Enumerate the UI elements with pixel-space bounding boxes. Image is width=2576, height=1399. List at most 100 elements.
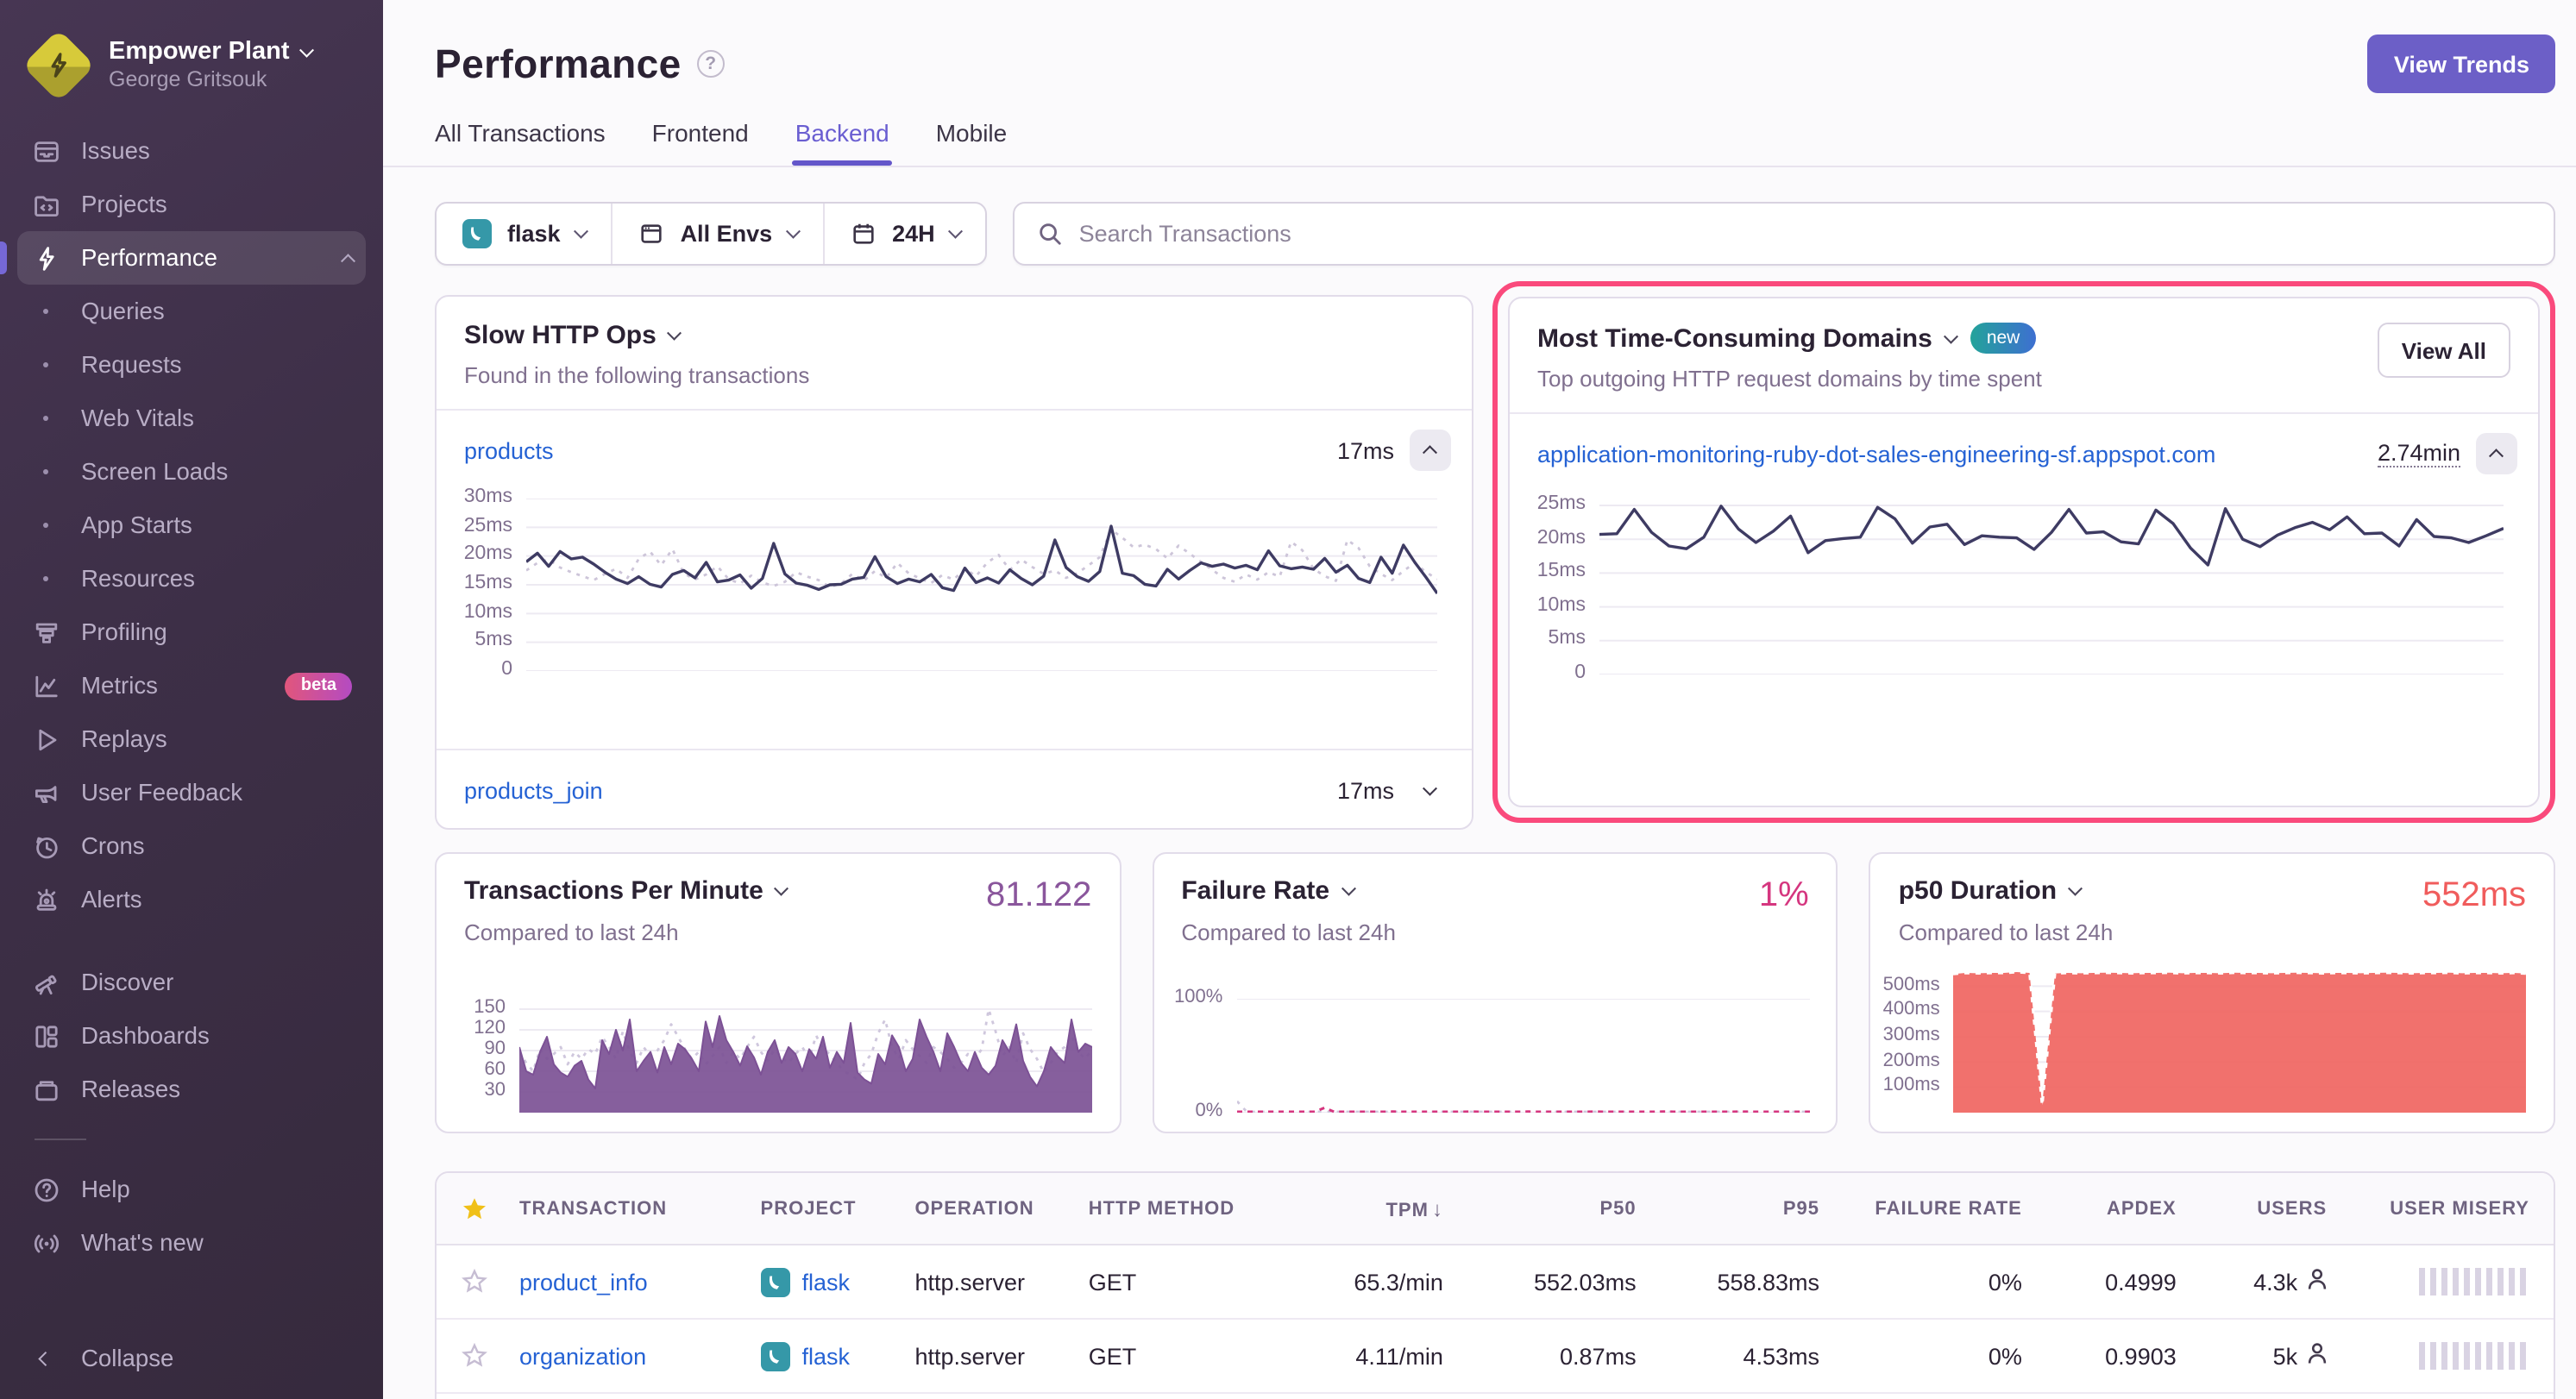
sidebar-nav: IssuesProjectsPerformanceQueriesRequests…: [0, 124, 383, 1270]
column-header-failure-rate[interactable]: FAILURE RATE: [1844, 1198, 2046, 1219]
star-column-header[interactable]: [437, 1195, 512, 1222]
sidebar-item-label: Resources: [81, 566, 195, 592]
column-header-p50[interactable]: P50: [1467, 1198, 1661, 1219]
app-root: Empower Plant George Gritsouk IssuesProj…: [0, 0, 2576, 1399]
y-axis-tick: 0: [501, 659, 512, 680]
sidebar-item-discover[interactable]: Discover: [17, 956, 366, 1009]
column-header-tpm[interactable]: TPM↓: [1285, 1196, 1467, 1220]
tpm-cell: 65.3/min: [1285, 1269, 1467, 1295]
expand-chart-button[interactable]: [1410, 769, 1451, 811]
column-header-p95[interactable]: P95: [1661, 1198, 1844, 1219]
sidebar-item-metrics[interactable]: Metricsbeta: [17, 659, 366, 712]
environment-filter-value: All Envs: [681, 221, 773, 247]
sidebar-item-label: Discover: [81, 969, 173, 995]
bullet-icon: [31, 404, 60, 433]
column-header-user-misery[interactable]: USER MISERY: [2351, 1198, 2554, 1219]
sidebar-item-web-vitals[interactable]: Web Vitals: [17, 392, 366, 445]
transaction-link[interactable]: product_info: [519, 1269, 648, 1295]
date-range-filter[interactable]: 24H: [825, 204, 986, 264]
y-axis-tick: 10ms: [1537, 595, 1586, 616]
sidebar-item-dashboards[interactable]: Dashboards: [17, 1009, 366, 1063]
http-method-cell: GET: [1082, 1269, 1285, 1295]
sort-desc-icon: ↓: [1432, 1196, 1443, 1220]
sidebar-item-requests[interactable]: Requests: [17, 338, 366, 392]
sidebar-item-label: Profiling: [81, 619, 167, 645]
sidebar-item-releases[interactable]: Releases: [17, 1063, 366, 1116]
header-divider: [383, 166, 2576, 167]
domains-title-dropdown[interactable]: Most Time-Consuming Domains: [1537, 323, 1956, 353]
sidebar-item-performance[interactable]: Performance: [17, 231, 366, 285]
sidebar-item-queries[interactable]: Queries: [17, 285, 366, 338]
transaction-duration: 17ms: [1337, 437, 1394, 463]
sidebar-item-user-feedback[interactable]: User Feedback: [17, 766, 366, 819]
stat-card-p50-duration: p50 Duration552msCompared to last 24h500…: [1869, 852, 2555, 1133]
transaction-link-products[interactable]: products: [464, 437, 554, 463]
column-header-http-method[interactable]: HTTP METHOD: [1082, 1198, 1285, 1219]
column-header-users[interactable]: USERS: [2201, 1198, 2351, 1219]
environment-icon: [639, 221, 665, 247]
domain-time-spent[interactable]: 2.74min: [2378, 440, 2460, 467]
table-row: organizationflaskhttp.serverGET4.11/min0…: [437, 1320, 2554, 1394]
y-axis-tick: 90: [485, 1038, 506, 1059]
column-header-label: PROJECT: [761, 1198, 857, 1219]
sidebar-item-alerts[interactable]: Alerts: [17, 873, 366, 926]
transaction-link-products-join[interactable]: products_join: [464, 777, 603, 803]
transaction-link[interactable]: organization: [519, 1343, 646, 1369]
collapse-chart-button[interactable]: [1410, 430, 1451, 471]
http-method-cell: GET: [1082, 1343, 1285, 1369]
sidebar-item-issues[interactable]: Issues: [17, 124, 366, 178]
tab-all-transactions[interactable]: All Transactions: [435, 119, 606, 166]
y-axis-tick: 150: [474, 997, 506, 1018]
tab-backend[interactable]: Backend: [795, 119, 889, 166]
environment-filter[interactable]: All Envs: [613, 204, 826, 264]
stat-title: Transactions Per Minute: [464, 876, 763, 906]
sidebar-item-help[interactable]: Help: [17, 1163, 366, 1216]
sidebar-item-label: Releases: [81, 1076, 180, 1102]
sidebar-collapse-button[interactable]: Collapse: [17, 1332, 366, 1385]
column-header-transaction[interactable]: TRANSACTION: [512, 1198, 754, 1219]
sidebar-item-resources[interactable]: Resources: [17, 552, 366, 605]
tab-mobile[interactable]: Mobile: [936, 119, 1008, 166]
domain-link[interactable]: application-monitoring-ruby-dot-sales-en…: [1537, 441, 2215, 467]
help-icon[interactable]: ?: [697, 50, 725, 78]
column-header-project[interactable]: PROJECT: [754, 1198, 908, 1219]
projects-icon: [31, 190, 60, 219]
column-header-operation[interactable]: OPERATION: [908, 1198, 1081, 1219]
star-toggle[interactable]: [437, 1342, 512, 1370]
project-link[interactable]: flask: [802, 1269, 851, 1295]
y-axis-tick: 500ms: [1883, 974, 1940, 994]
crons-icon: [31, 831, 60, 861]
tpm-cell: 4.11/min: [1285, 1343, 1467, 1369]
sidebar-item-screen-loads[interactable]: Screen Loads: [17, 445, 366, 499]
flask-project-icon: [761, 1267, 790, 1296]
collapse-chart-button[interactable]: [2476, 433, 2517, 474]
y-axis-tick: 60: [485, 1059, 506, 1080]
issues-icon: [31, 136, 60, 166]
org-switcher[interactable]: Empower Plant George Gritsouk: [0, 24, 383, 124]
star-toggle[interactable]: [437, 1268, 512, 1295]
y-axis-tick: 100ms: [1883, 1076, 1940, 1096]
column-header-apdex[interactable]: APDEX: [2046, 1198, 2201, 1219]
view-all-button[interactable]: View All: [2378, 323, 2510, 378]
slow-http-ops-title-dropdown[interactable]: Slow HTTP Ops: [464, 321, 680, 350]
sidebar-item-replays[interactable]: Replays: [17, 712, 366, 766]
stat-title-dropdown[interactable]: Failure Rate: [1181, 876, 1808, 906]
sidebar-item-label: Help: [81, 1176, 130, 1202]
column-header-label: TRANSACTION: [519, 1198, 667, 1219]
view-trends-button[interactable]: View Trends: [2368, 35, 2555, 93]
chart-plot-area: [1599, 502, 2504, 674]
y-axis-tick: 30: [485, 1080, 506, 1101]
sidebar-item-app-starts[interactable]: App Starts: [17, 499, 366, 552]
filter-segmented-control: flask All Envs 24H: [435, 202, 988, 266]
sidebar-item-crons[interactable]: Crons: [17, 819, 366, 873]
project-filter[interactable]: flask: [437, 204, 613, 264]
chevron-left-icon: [31, 1354, 60, 1364]
bullet-icon: [31, 350, 60, 380]
sidebar-item-profiling[interactable]: Profiling: [17, 605, 366, 659]
domains-title: Most Time-Consuming Domains: [1537, 323, 1932, 353]
sidebar-item-what-s-new[interactable]: What's new: [17, 1216, 366, 1270]
search-input[interactable]: [1079, 221, 2531, 247]
project-link[interactable]: flask: [802, 1343, 851, 1369]
sidebar-item-projects[interactable]: Projects: [17, 178, 366, 231]
tab-frontend[interactable]: Frontend: [652, 119, 749, 166]
